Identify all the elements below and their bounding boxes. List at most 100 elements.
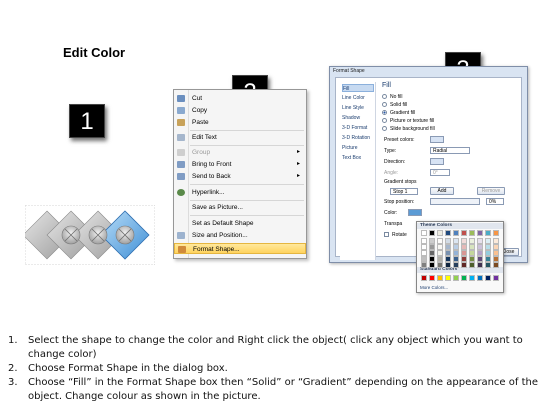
theme-color-swatch[interactable] xyxy=(453,262,459,268)
standard-color-swatch[interactable] xyxy=(453,275,459,281)
menu-item-label: Hyperlink... xyxy=(192,189,225,196)
standard-color-swatch[interactable] xyxy=(469,275,475,281)
fill-heading: Fill xyxy=(382,82,391,89)
standard-color-swatch[interactable] xyxy=(461,275,467,281)
submenu-arrow-icon: ▸ xyxy=(296,149,300,155)
radio-no-fill[interactable]: No fill xyxy=(382,94,403,101)
paste-icon xyxy=(177,119,185,126)
stop-select[interactable]: Stop 1 xyxy=(390,188,418,195)
theme-color-swatch[interactable] xyxy=(461,230,467,236)
theme-color-swatch[interactable] xyxy=(437,230,443,236)
rotate-checkbox[interactable] xyxy=(384,232,389,238)
theme-color-swatch[interactable] xyxy=(445,230,451,236)
theme-color-swatch[interactable] xyxy=(469,230,475,236)
standard-color-swatch[interactable] xyxy=(493,275,499,281)
nav-item-3d-rotation[interactable]: 3-D Rotation xyxy=(342,134,374,142)
theme-color-swatch[interactable] xyxy=(493,230,499,236)
menu-separator xyxy=(190,145,304,146)
radio-button[interactable] xyxy=(382,102,387,108)
standard-color-swatch[interactable] xyxy=(437,275,443,281)
radio-button[interactable] xyxy=(382,118,387,124)
menu-item-bring-to-front[interactable]: Bring to Front ▸ xyxy=(174,159,306,170)
context-menu: Cut Copy Paste Edit Text Group ▸ Bring t… xyxy=(173,89,307,259)
nav-item-picture[interactable]: Picture xyxy=(342,144,374,152)
theme-color-swatch[interactable] xyxy=(461,262,467,268)
menu-item-size-and-position[interactable]: Size and Position... xyxy=(174,230,306,241)
menu-item-send-to-back[interactable]: Send to Back ▸ xyxy=(174,171,306,182)
shape-group[interactable] xyxy=(22,204,156,266)
theme-color-swatch[interactable] xyxy=(453,230,459,236)
standard-color-swatch[interactable] xyxy=(485,275,491,281)
theme-color-swatch[interactable] xyxy=(421,262,427,268)
nav-item-line-color[interactable]: Line Color xyxy=(342,94,374,102)
color-picker-button[interactable] xyxy=(408,209,422,216)
menu-item-hyperlink[interactable]: Hyperlink... xyxy=(174,187,306,198)
menu-item-label: Paste xyxy=(192,119,209,126)
nav-item-3d-format[interactable]: 3-D Format xyxy=(342,124,374,132)
menu-item-paste[interactable]: Paste xyxy=(174,117,306,128)
instruction-item: 2. Choose Format Shape in the dialog box… xyxy=(8,362,553,376)
menu-separator xyxy=(190,215,304,216)
radio-button[interactable] xyxy=(382,126,387,132)
preset-colors-button[interactable] xyxy=(430,136,444,143)
menu-item-cut[interactable]: Cut xyxy=(174,93,306,104)
add-stop-button[interactable]: Add xyxy=(430,187,454,195)
direction-label: Direction: xyxy=(384,159,406,165)
menu-item-label: Group xyxy=(192,149,211,156)
theme-color-swatch[interactable] xyxy=(493,262,499,268)
standard-color-swatch[interactable] xyxy=(429,275,435,281)
theme-color-swatch[interactable] xyxy=(421,230,427,236)
radio-label: Solid fill xyxy=(390,102,408,108)
nav-item-line-style[interactable]: Line Style xyxy=(342,104,374,112)
radio-solid-fill[interactable]: Solid fill xyxy=(382,102,407,109)
theme-color-swatch[interactable] xyxy=(477,230,483,236)
remove-stop-button[interactable]: Remove xyxy=(477,187,505,195)
theme-color-swatch[interactable] xyxy=(429,230,435,236)
theme-colors-heading: Theme Colors xyxy=(417,223,503,229)
color-label: Color: xyxy=(384,210,398,216)
theme-color-swatch[interactable] xyxy=(469,262,475,268)
dialog-nav: Fill Line Color Line Style Shadow 3-D Fo… xyxy=(340,82,376,260)
instruction-number: 1. xyxy=(8,335,18,346)
menu-item-label: Save as Picture... xyxy=(192,204,243,211)
rotate-checkbox-label[interactable]: Rotate xyxy=(384,232,407,238)
radio-button[interactable] xyxy=(382,94,387,100)
radio-picture-fill[interactable]: Picture or texture fill xyxy=(382,118,434,125)
stop-position-input[interactable]: 0% xyxy=(486,198,504,205)
menu-item-label: Cut xyxy=(192,95,203,102)
theme-color-swatch[interactable] xyxy=(429,262,435,268)
angle-input[interactable]: 0° xyxy=(430,169,450,176)
stop-value: Stop 1 xyxy=(393,189,408,195)
step-badge-1: 1 xyxy=(69,104,105,138)
menu-separator xyxy=(190,200,304,201)
theme-color-swatch[interactable] xyxy=(485,230,491,236)
theme-color-swatch[interactable] xyxy=(437,262,443,268)
theme-colors-palette: Theme Colors Standard Colors More Colors… xyxy=(416,221,504,293)
radio-slide-bg-fill[interactable]: Slide background fill xyxy=(382,126,435,133)
standard-color-swatch[interactable] xyxy=(421,275,427,281)
standard-color-swatch[interactable] xyxy=(477,275,483,281)
menu-item-set-default-shape[interactable]: Set as Default Shape xyxy=(174,218,306,229)
theme-color-swatch[interactable] xyxy=(485,262,491,268)
menu-item-edit-text[interactable]: Edit Text xyxy=(174,132,306,143)
nav-item-fill[interactable]: Fill xyxy=(342,84,374,92)
stop-position-slider[interactable] xyxy=(430,198,480,205)
standard-color-swatch[interactable] xyxy=(445,275,451,281)
nav-item-shadow[interactable]: Shadow xyxy=(342,114,374,122)
menu-item-format-shape[interactable]: Format Shape... xyxy=(174,243,306,254)
direction-button[interactable] xyxy=(430,158,444,165)
more-colors-link[interactable]: More Colors... xyxy=(420,285,448,290)
transparency-label: Transpa xyxy=(384,221,403,227)
radio-button-selected[interactable] xyxy=(382,110,387,116)
instruction-text: Select the shape to change the color and… xyxy=(28,335,523,360)
type-select[interactable]: Radial xyxy=(430,147,470,154)
menu-item-save-as-picture[interactable]: Save as Picture... xyxy=(174,202,306,213)
nav-item-text-box[interactable]: Text Box xyxy=(342,154,374,162)
preset-colors-label: Preset colors: xyxy=(384,137,415,143)
theme-color-swatch[interactable] xyxy=(477,262,483,268)
menu-item-copy[interactable]: Copy xyxy=(174,105,306,116)
type-value: Radial xyxy=(433,148,448,154)
radio-gradient-fill[interactable]: Gradient fill xyxy=(382,110,415,117)
theme-color-swatch[interactable] xyxy=(445,262,451,268)
diamond-shapes-illustration xyxy=(22,204,156,266)
